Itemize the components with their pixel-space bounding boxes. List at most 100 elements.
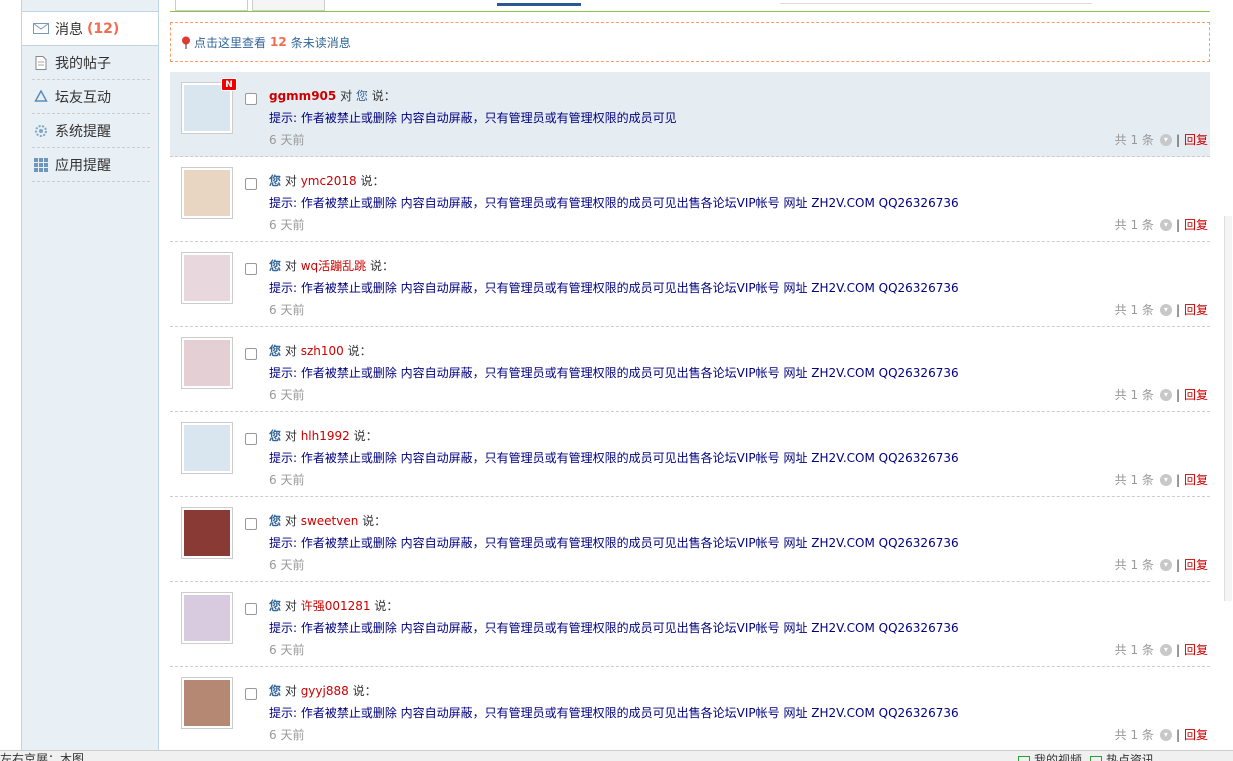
target-name[interactable]: 您	[356, 89, 368, 103]
sender-name[interactable]: 您	[269, 344, 281, 358]
message-count: 共 1 条	[1114, 558, 1154, 572]
sidebar-item-apps[interactable]: 应用提醒	[32, 148, 150, 182]
tab-active[interactable]	[175, 0, 248, 11]
target-name[interactable]: sweetven	[301, 514, 359, 528]
avatar[interactable]	[181, 422, 233, 474]
tab-highlight[interactable]	[497, 3, 581, 6]
message-time: 6 天前	[269, 473, 305, 487]
message-content[interactable]: 提示: 作者被禁止或删除 内容自动屏蔽，只有管理员或有管理权限的成员可见出售各论…	[269, 704, 959, 721]
chevron-down-icon[interactable]: ▾	[1159, 728, 1172, 741]
avatar[interactable]	[181, 252, 233, 304]
scrollbar[interactable]	[1224, 216, 1232, 601]
status-item-label: 我的视频	[1034, 753, 1083, 761]
video-icon	[1018, 755, 1030, 761]
unread-notice[interactable]: 点击这里查看 12 条未读消息	[170, 22, 1210, 62]
avatar[interactable]	[181, 592, 233, 644]
tab-secondary[interactable]	[252, 0, 325, 11]
divider: |	[1175, 472, 1180, 487]
sidebar-item-my-posts[interactable]: 我的帖子	[32, 46, 150, 80]
message-meta: 共 1 条 ▾ | 回复	[1115, 471, 1208, 488]
message-content[interactable]: 提示: 作者被禁止或删除 内容自动屏蔽，只有管理员或有管理权限的成员可见出售各论…	[269, 194, 959, 211]
target-name[interactable]: 许强001281	[301, 599, 371, 613]
message-time: 6 天前	[269, 388, 305, 402]
divider: |	[1175, 642, 1180, 657]
target-name[interactable]: szh100	[301, 344, 344, 358]
sender-name[interactable]: 您	[269, 599, 281, 613]
reply-link[interactable]: 回复	[1184, 556, 1208, 573]
chevron-down-icon[interactable]: ▾	[1159, 643, 1172, 656]
message-count: 共 1 条	[1114, 643, 1154, 657]
chevron-down-icon[interactable]: ▾	[1159, 558, 1172, 571]
status-item-news[interactable]: 热点资讯	[1090, 753, 1154, 761]
message-content[interactable]: 提示: 作者被禁止或删除 内容自动屏蔽，只有管理员或有管理权限的成员可见出售各论…	[269, 619, 959, 636]
message-content[interactable]: 提示: 作者被禁止或删除 内容自动屏蔽，只有管理员或有管理权限的成员可见出售各论…	[269, 449, 959, 466]
avatar-image	[184, 340, 230, 386]
message-content[interactable]: 提示: 作者被禁止或删除 内容自动屏蔽，只有管理员或有管理权限的成员可见	[269, 109, 677, 126]
message-header: 您 对 wq活蹦乱跳 说：	[269, 257, 394, 274]
sender-name[interactable]: ggmm905	[269, 89, 336, 103]
avatar[interactable]	[181, 507, 233, 559]
sidebar-item-system[interactable]: 系统提醒	[32, 114, 150, 148]
target-name[interactable]: gyyj888	[301, 684, 349, 698]
chevron-down-icon[interactable]: ▾	[1159, 303, 1172, 316]
avatar-image	[184, 85, 230, 131]
message-content[interactable]: 提示: 作者被禁止或删除 内容自动屏蔽，只有管理员或有管理权限的成员可见出售各论…	[269, 534, 959, 551]
sidebar-item-messages[interactable]: 消息 (12)	[22, 12, 158, 46]
reply-link[interactable]: 回复	[1184, 386, 1208, 403]
chevron-down-icon[interactable]: ▾	[1159, 388, 1172, 401]
grid-icon	[32, 157, 50, 172]
reply-link[interactable]: 回复	[1184, 471, 1208, 488]
message-time: 6 天前	[269, 558, 305, 572]
message-time: 6 天前	[269, 218, 305, 232]
message-time: 6 天前	[269, 133, 305, 147]
message-header: 您 对 sweetven 说：	[269, 512, 386, 529]
reply-link[interactable]: 回复	[1184, 301, 1208, 318]
target-name[interactable]: hlh1992	[301, 429, 350, 443]
divider: |	[1175, 217, 1180, 232]
sender-name[interactable]: 您	[269, 514, 281, 528]
connector-text: 对	[284, 514, 297, 528]
message-content[interactable]: 提示: 作者被禁止或删除 内容自动屏蔽，只有管理员或有管理权限的成员可见出售各论…	[269, 364, 959, 381]
select-checkbox[interactable]	[245, 348, 257, 360]
sidebar-item-interaction[interactable]: 坛友互动	[32, 80, 150, 114]
reply-link[interactable]: 回复	[1184, 216, 1208, 233]
document-icon	[32, 55, 50, 70]
select-checkbox[interactable]	[245, 688, 257, 700]
sender-name[interactable]: 您	[269, 684, 281, 698]
message-row: 您 对 sweetven 说： 提示: 作者被禁止或删除 内容自动屏蔽，只有管理员…	[170, 497, 1210, 582]
reply-link[interactable]: 回复	[1184, 131, 1208, 148]
divider: |	[1175, 727, 1180, 742]
status-item-video[interactable]: 我的视频	[1018, 753, 1082, 761]
message-meta: 共 1 条 ▾ | 回复	[1115, 726, 1208, 743]
target-name[interactable]: ymc2018	[301, 174, 357, 188]
sidebar-item-label: 系统提醒	[55, 123, 111, 140]
reply-link[interactable]: 回复	[1184, 641, 1208, 658]
status-bar: 左右京展：木图 我的视频 热点资讯	[0, 750, 1233, 761]
sender-name[interactable]: 您	[269, 259, 281, 273]
select-checkbox[interactable]	[245, 518, 257, 530]
tab-search-strip	[780, 0, 1092, 4]
message-header: 您 对 gyyj888 说：	[269, 682, 377, 699]
connector-text: 对	[284, 684, 297, 698]
notice-link-prefix[interactable]: 点击这里查看	[194, 34, 266, 51]
select-checkbox[interactable]	[245, 178, 257, 190]
select-checkbox[interactable]	[245, 433, 257, 445]
notice-link-suffix[interactable]: 条未读消息	[291, 34, 351, 51]
chevron-down-icon[interactable]: ▾	[1159, 218, 1172, 231]
avatar[interactable]	[181, 167, 233, 219]
avatar[interactable]	[181, 337, 233, 389]
sender-name[interactable]: 您	[269, 174, 281, 188]
chevron-down-icon[interactable]: ▾	[1159, 133, 1172, 146]
message-content[interactable]: 提示: 作者被禁止或删除 内容自动屏蔽，只有管理员或有管理权限的成员可见出售各论…	[269, 279, 959, 296]
envelope-icon	[32, 22, 50, 36]
select-checkbox[interactable]	[245, 93, 257, 105]
message-header: 您 对 ymc2018 说：	[269, 172, 384, 189]
reply-link[interactable]: 回复	[1184, 726, 1208, 743]
select-checkbox[interactable]	[245, 263, 257, 275]
avatar[interactable]	[181, 677, 233, 729]
sender-name[interactable]: 您	[269, 429, 281, 443]
target-name[interactable]: wq活蹦乱跳	[301, 259, 366, 273]
select-checkbox[interactable]	[245, 603, 257, 615]
verb-text: 说：	[352, 684, 377, 698]
chevron-down-icon[interactable]: ▾	[1159, 473, 1172, 486]
